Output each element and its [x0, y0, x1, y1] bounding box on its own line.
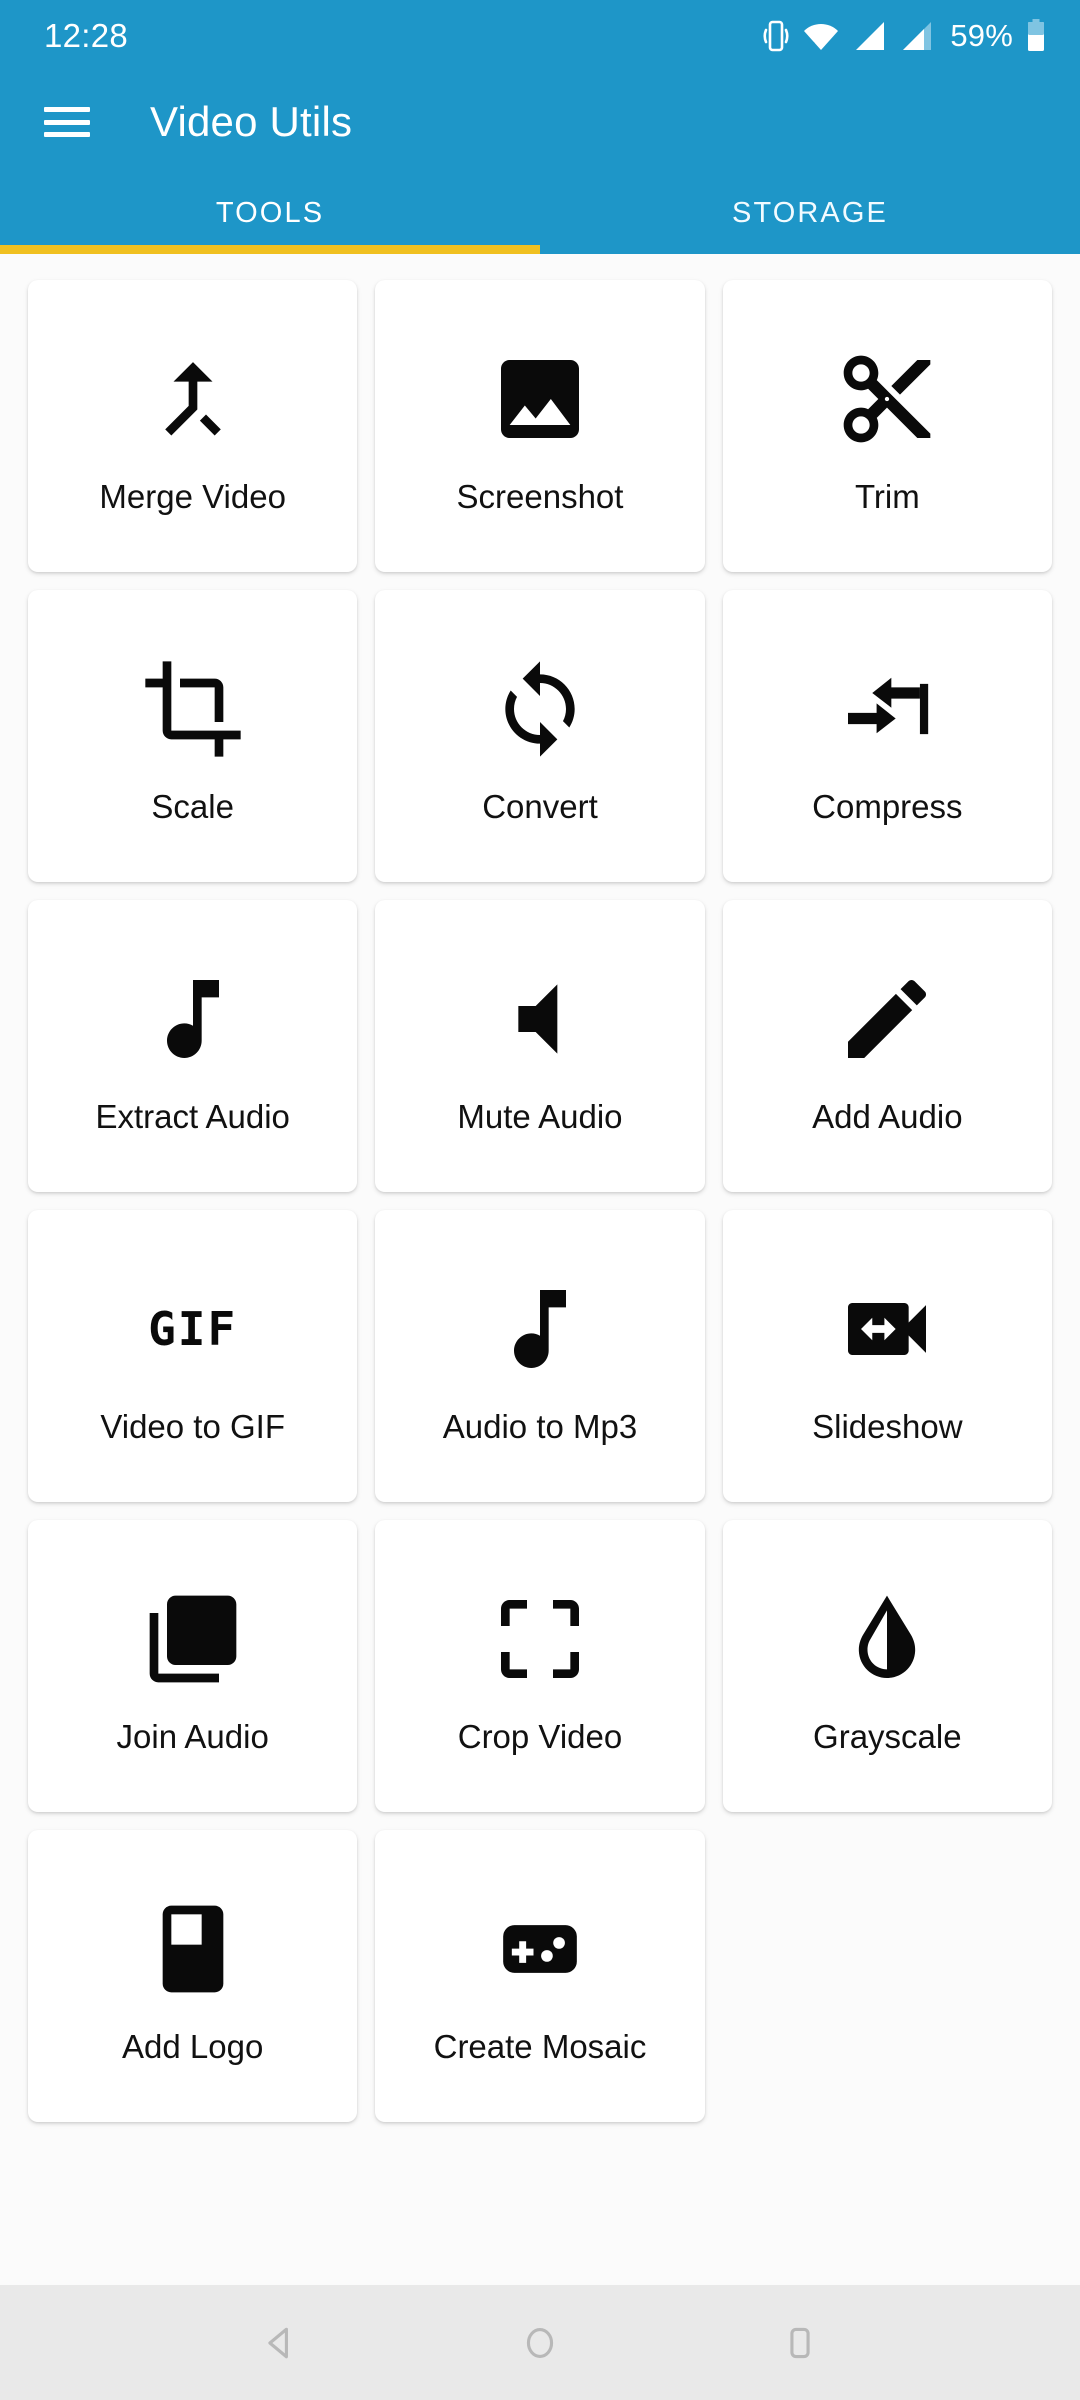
tool-label: Add Logo	[122, 2027, 264, 2065]
tool-card-grayscale[interactable]: Grayscale	[722, 1520, 1052, 1812]
music-note-icon	[141, 960, 245, 1078]
tools-scroll-area[interactable]: Merge Video Screenshot Trim Scale Conver…	[0, 254, 1080, 2122]
gamepad-mosaic-icon	[488, 1890, 592, 2008]
signal-sim1-icon	[853, 20, 887, 52]
square-recents-icon	[778, 2321, 822, 2365]
image-photo-icon	[488, 340, 592, 458]
vibrate-icon	[763, 19, 789, 53]
status-clock: 12:28	[44, 17, 129, 54]
tab-bar: TOOLS STORAGE	[0, 172, 1080, 254]
tool-card-convert[interactable]: Convert	[375, 590, 705, 882]
sync-refresh-icon	[488, 650, 592, 768]
compress-arrows-icon	[835, 650, 939, 768]
tab-tools[interactable]: TOOLS	[0, 172, 540, 254]
tool-label: Screenshot	[456, 477, 624, 515]
tool-label: Merge Video	[99, 477, 286, 515]
tool-card-create-mosaic[interactable]: Create Mosaic	[375, 1830, 705, 2122]
home-button[interactable]	[480, 2285, 600, 2400]
tool-card-add-audio[interactable]: Add Audio	[722, 900, 1052, 1192]
tool-card-compress[interactable]: Compress	[722, 590, 1052, 882]
page-title: Video Utils	[150, 98, 353, 145]
tool-label: Add Audio	[812, 1097, 963, 1135]
tab-active-indicator	[0, 245, 540, 254]
tool-label: Mute Audio	[457, 1097, 623, 1135]
tool-label: Create Mosaic	[433, 2027, 647, 2065]
status-bar: 12:28 59%	[0, 0, 1080, 72]
tool-label: Compress	[812, 787, 963, 825]
android-nav-bar	[0, 2285, 1080, 2400]
app-screen: 12:28 59% Video Utils TOOLS STORAGE Merg…	[0, 0, 1080, 2400]
triangle-back-icon	[258, 2321, 302, 2365]
tool-label: Join Audio	[116, 1717, 269, 1755]
battery-percent-label: 59%	[950, 18, 1013, 53]
speaker-mute-icon	[488, 960, 592, 1078]
tool-card-audio-to-mp3[interactable]: Audio to Mp3	[375, 1210, 705, 1502]
tool-card-mute-audio[interactable]: Mute Audio	[375, 900, 705, 1192]
tool-card-scale[interactable]: Scale	[28, 590, 358, 882]
tool-label: Scale	[151, 787, 234, 825]
tool-card-extract-audio[interactable]: Extract Audio	[28, 900, 358, 1192]
signal-sim2-icon	[900, 20, 934, 52]
tools-grid: Merge Video Screenshot Trim Scale Conver…	[28, 280, 1052, 2122]
tool-card-slideshow[interactable]: Slideshow	[722, 1210, 1052, 1502]
tool-card-screenshot[interactable]: Screenshot	[375, 280, 705, 572]
library-music-icon	[141, 1580, 245, 1698]
tool-card-add-logo[interactable]: Add Logo	[28, 1830, 358, 2122]
tool-card-trim[interactable]: Trim	[722, 280, 1052, 572]
scissors-icon	[835, 340, 939, 458]
tool-card-crop-video[interactable]: Crop Video	[375, 1520, 705, 1812]
tool-label: Grayscale	[813, 1717, 962, 1755]
battery-icon	[1026, 19, 1046, 53]
wifi-icon	[802, 20, 840, 52]
droplet-half-icon	[835, 1580, 939, 1698]
tool-label: Video to GIF	[100, 1407, 285, 1445]
tool-label: Crop Video	[457, 1717, 623, 1755]
video-slideshow-icon	[835, 1270, 939, 1388]
tool-label: Extract Audio	[95, 1097, 290, 1135]
tool-card-merge-video[interactable]: Merge Video	[28, 280, 358, 572]
recents-button[interactable]	[740, 2285, 860, 2400]
tool-label: Slideshow	[812, 1407, 963, 1445]
tool-label: Audio to Mp3	[442, 1407, 638, 1445]
crop-rotate-icon	[141, 650, 245, 768]
tool-label: Trim	[854, 477, 920, 515]
tool-card-join-audio[interactable]: Join Audio	[28, 1520, 358, 1812]
music-note-icon	[488, 1270, 592, 1388]
hamburger-menu-icon[interactable]	[44, 100, 98, 144]
gif-text-icon: GIF	[148, 1301, 238, 1356]
branding-watermark-icon	[141, 1890, 245, 2008]
app-bar: Video Utils	[0, 72, 1080, 172]
status-icons-group: 59%	[763, 18, 1046, 54]
pencil-edit-icon	[835, 960, 939, 1078]
back-button[interactable]	[220, 2285, 340, 2400]
tool-label: Convert	[482, 787, 598, 825]
tool-card-video-to-gif[interactable]: GIF Video to GIF	[28, 1210, 358, 1502]
crop-free-icon	[488, 1580, 592, 1698]
circle-home-icon	[518, 2321, 562, 2365]
tab-storage[interactable]: STORAGE	[540, 172, 1080, 254]
call-merge-icon	[141, 340, 245, 458]
